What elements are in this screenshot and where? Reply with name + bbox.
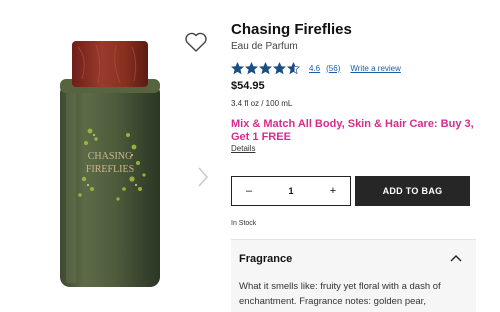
star-icon xyxy=(287,61,300,74)
product-details: Chasing Fireflies Eau de Parfum 4.6 (56)… xyxy=(231,0,476,312)
svg-text:FIREFLIES: FIREFLIES xyxy=(86,164,134,175)
chevron-up-icon[interactable] xyxy=(450,254,462,262)
heart-outline-icon[interactable] xyxy=(184,31,208,53)
fragrance-description: What it smells like: fruity yet floral w… xyxy=(239,281,441,307)
chevron-right-icon[interactable] xyxy=(196,166,210,188)
rating-stars[interactable] xyxy=(231,61,301,75)
promo-details-link[interactable]: Details xyxy=(231,144,255,153)
fragrance-accordion[interactable]: Fragrance What it smells like: fruity ye… xyxy=(231,240,476,312)
quantity-value[interactable]: 1 xyxy=(288,186,293,196)
star-icon xyxy=(273,61,286,74)
product-image: CHASING FIREFLIES xyxy=(60,41,160,287)
rating-value[interactable]: 4.6 xyxy=(309,64,320,73)
star-icon xyxy=(259,61,272,74)
rating-row: 4.6 (56) Write a review xyxy=(231,60,401,76)
rating-count[interactable]: (56) xyxy=(326,64,340,73)
quantity-stepper: – 1 + xyxy=(231,176,351,206)
product-size: 3.4 fl oz / 100 mL xyxy=(231,99,293,108)
fragrance-heading: Fragrance xyxy=(239,253,293,265)
product-gallery: CHASING FIREFLIES xyxy=(0,0,215,312)
promo-text: Mix & Match All Body, Skin & Hair Care: … xyxy=(231,118,474,143)
add-to-bag-button[interactable]: ADD TO BAG xyxy=(355,176,470,206)
star-icon xyxy=(231,61,244,74)
star-icon xyxy=(245,61,258,74)
product-price: $54.95 xyxy=(231,80,265,92)
product-title: Chasing Fireflies xyxy=(231,21,352,38)
write-review-link[interactable]: Write a review xyxy=(350,64,401,73)
stock-status: In Stock xyxy=(231,220,257,227)
quantity-increase-button[interactable]: + xyxy=(326,185,340,197)
bottle-label: CHASING xyxy=(88,151,132,162)
quantity-decrease-button[interactable]: – xyxy=(242,185,256,197)
product-subtitle: Eau de Parfum xyxy=(231,41,298,52)
